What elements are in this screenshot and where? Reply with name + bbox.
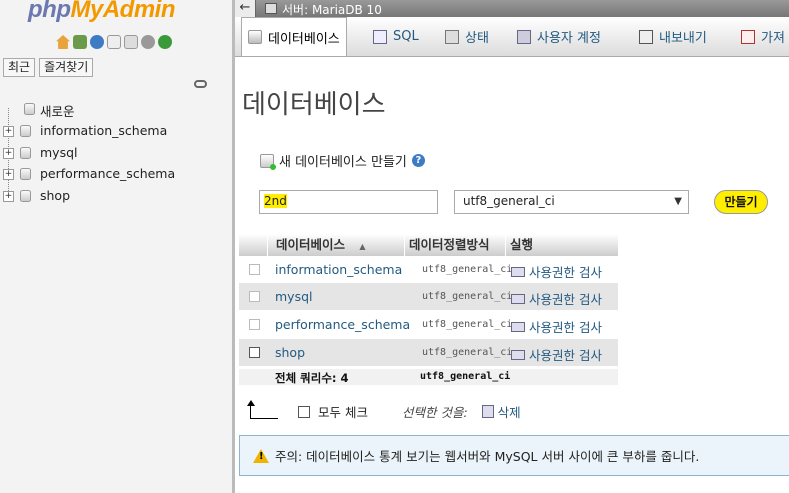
- tab-status[interactable]: 상태: [445, 17, 489, 56]
- status-icon: [445, 29, 459, 44]
- database-link[interactable]: performance_schema: [275, 317, 410, 332]
- expand-icon[interactable]: +: [3, 148, 14, 159]
- reload-icon[interactable]: [158, 35, 172, 49]
- help-icon[interactable]: ?: [411, 154, 425, 167]
- database-icon: [20, 168, 31, 180]
- database-name-input[interactable]: 2nd: [259, 190, 438, 214]
- gear-icon[interactable]: [141, 35, 155, 49]
- database-icon: [20, 147, 31, 159]
- panel-resizer[interactable]: [232, 0, 235, 493]
- exit-icon[interactable]: [73, 35, 87, 49]
- table-row: performance_schema utf8_general_ci 사용권한 …: [239, 311, 618, 338]
- main-tabs: 데이터베이스 SQL 상태 사용자 계정 내보내기 가져: [235, 17, 789, 57]
- database-link[interactable]: information_schema: [275, 262, 402, 277]
- sort-ascending-icon: ▲: [359, 242, 366, 251]
- home-icon[interactable]: [56, 35, 70, 49]
- table-row: mysql utf8_general_ci 사용권한 검사: [239, 283, 618, 310]
- documentation-icon[interactable]: [124, 35, 138, 49]
- tree-item-mysql[interactable]: + mysql: [0, 144, 230, 164]
- expand-icon[interactable]: +: [3, 169, 14, 180]
- check-privileges-link[interactable]: 사용권한 검사: [511, 345, 602, 364]
- collapse-nav-button[interactable]: ←: [235, 0, 256, 17]
- tab-export[interactable]: 내보내기: [639, 17, 707, 56]
- row-checkbox[interactable]: [249, 291, 260, 302]
- phpmyadmin-logo[interactable]: phpMyAdmin: [28, 0, 175, 24]
- database-link[interactable]: shop: [275, 345, 305, 360]
- delete-selected-button[interactable]: 삭제: [481, 402, 521, 421]
- tab-sql[interactable]: SQL: [373, 17, 419, 56]
- row-checkbox[interactable]: [249, 347, 260, 358]
- check-all-label[interactable]: 모두 체크: [318, 402, 368, 421]
- privileges-icon: [511, 321, 525, 332]
- create-button[interactable]: 만들기: [714, 190, 768, 214]
- new-database-icon: [24, 103, 35, 115]
- header-database[interactable]: 데이터베이스 ▲: [268, 234, 404, 256]
- check-all-checkbox[interactable]: [298, 405, 310, 418]
- create-database-heading: 새 데이터베이스 만들기 ?: [260, 151, 425, 170]
- tab-user-accounts[interactable]: 사용자 계정: [517, 17, 601, 56]
- help-icon[interactable]: [90, 35, 104, 49]
- row-checkbox[interactable]: [249, 319, 260, 330]
- link-icon[interactable]: [194, 80, 207, 88]
- expand-icon[interactable]: +: [3, 126, 14, 137]
- database-icon: [20, 190, 31, 202]
- docs-icon[interactable]: [107, 35, 121, 49]
- database-icon: [20, 125, 31, 137]
- privileges-icon: [511, 266, 525, 277]
- collation-select[interactable]: utf8_general_ci ▼: [454, 190, 689, 214]
- export-icon: [639, 29, 653, 44]
- sql-icon: [373, 29, 387, 44]
- database-link[interactable]: mysql: [275, 289, 313, 304]
- privileges-icon: [511, 293, 525, 304]
- warning-icon: [253, 448, 269, 463]
- page-title: 데이터베이스: [242, 90, 386, 120]
- tree-item-performance-schema[interactable]: + performance_schema: [0, 165, 230, 185]
- tree-item-new[interactable]: 새로운: [0, 100, 230, 120]
- privileges-icon: [511, 349, 525, 360]
- server-breadcrumb-bar: ← 서버: MariaDB 10: [235, 0, 789, 17]
- table-row: information_schema utf8_general_ci 사용권한 …: [239, 256, 618, 283]
- header-checkbox-col: [239, 234, 267, 256]
- total-row: 전체 쿼리수: 4 utf8_general_ci: [239, 369, 618, 385]
- expand-icon[interactable]: +: [3, 191, 14, 202]
- check-privileges-link[interactable]: 사용권한 검사: [511, 262, 602, 281]
- tab-import[interactable]: 가져: [741, 17, 785, 56]
- navigation-panel: phpMyAdmin 최근 즐겨찾기 새로운 + information_sch…: [0, 0, 232, 493]
- bulk-actions: 모두 체크 선택한 것을: 삭제: [247, 400, 521, 421]
- database-icon: [248, 30, 262, 44]
- table-row: shop utf8_general_ci 사용권한 검사: [239, 339, 618, 366]
- header-action: 실행: [506, 234, 618, 256]
- new-database-icon: [260, 153, 276, 170]
- delete-icon: [481, 405, 494, 418]
- recent-button[interactable]: 최근: [3, 58, 36, 77]
- favorites-button[interactable]: 즐겨찾기: [39, 58, 94, 77]
- check-privileges-link[interactable]: 사용권한 검사: [511, 317, 602, 336]
- statistics-warning-notice: 주의: 데이터베이스 통계 보기는 웹서버와 MySQL 서버 사이에 큰 부하…: [239, 435, 789, 476]
- tab-databases[interactable]: 데이터베이스: [241, 17, 347, 56]
- row-checkbox[interactable]: [249, 264, 260, 275]
- header-collation[interactable]: 데이터정렬방식: [405, 234, 505, 256]
- arrow-up-icon: [247, 400, 278, 419]
- server-icon: [265, 3, 277, 14]
- users-icon: [517, 29, 531, 44]
- tree-item-information-schema[interactable]: + information_schema: [0, 122, 230, 142]
- server-breadcrumb[interactable]: 서버: MariaDB 10: [282, 1, 382, 18]
- import-icon: [741, 29, 755, 44]
- tree-item-shop[interactable]: + shop: [0, 187, 230, 207]
- chevron-down-icon: ▼: [674, 196, 682, 207]
- nav-icon-bar: [56, 35, 172, 49]
- check-privileges-link[interactable]: 사용권한 검사: [511, 289, 602, 308]
